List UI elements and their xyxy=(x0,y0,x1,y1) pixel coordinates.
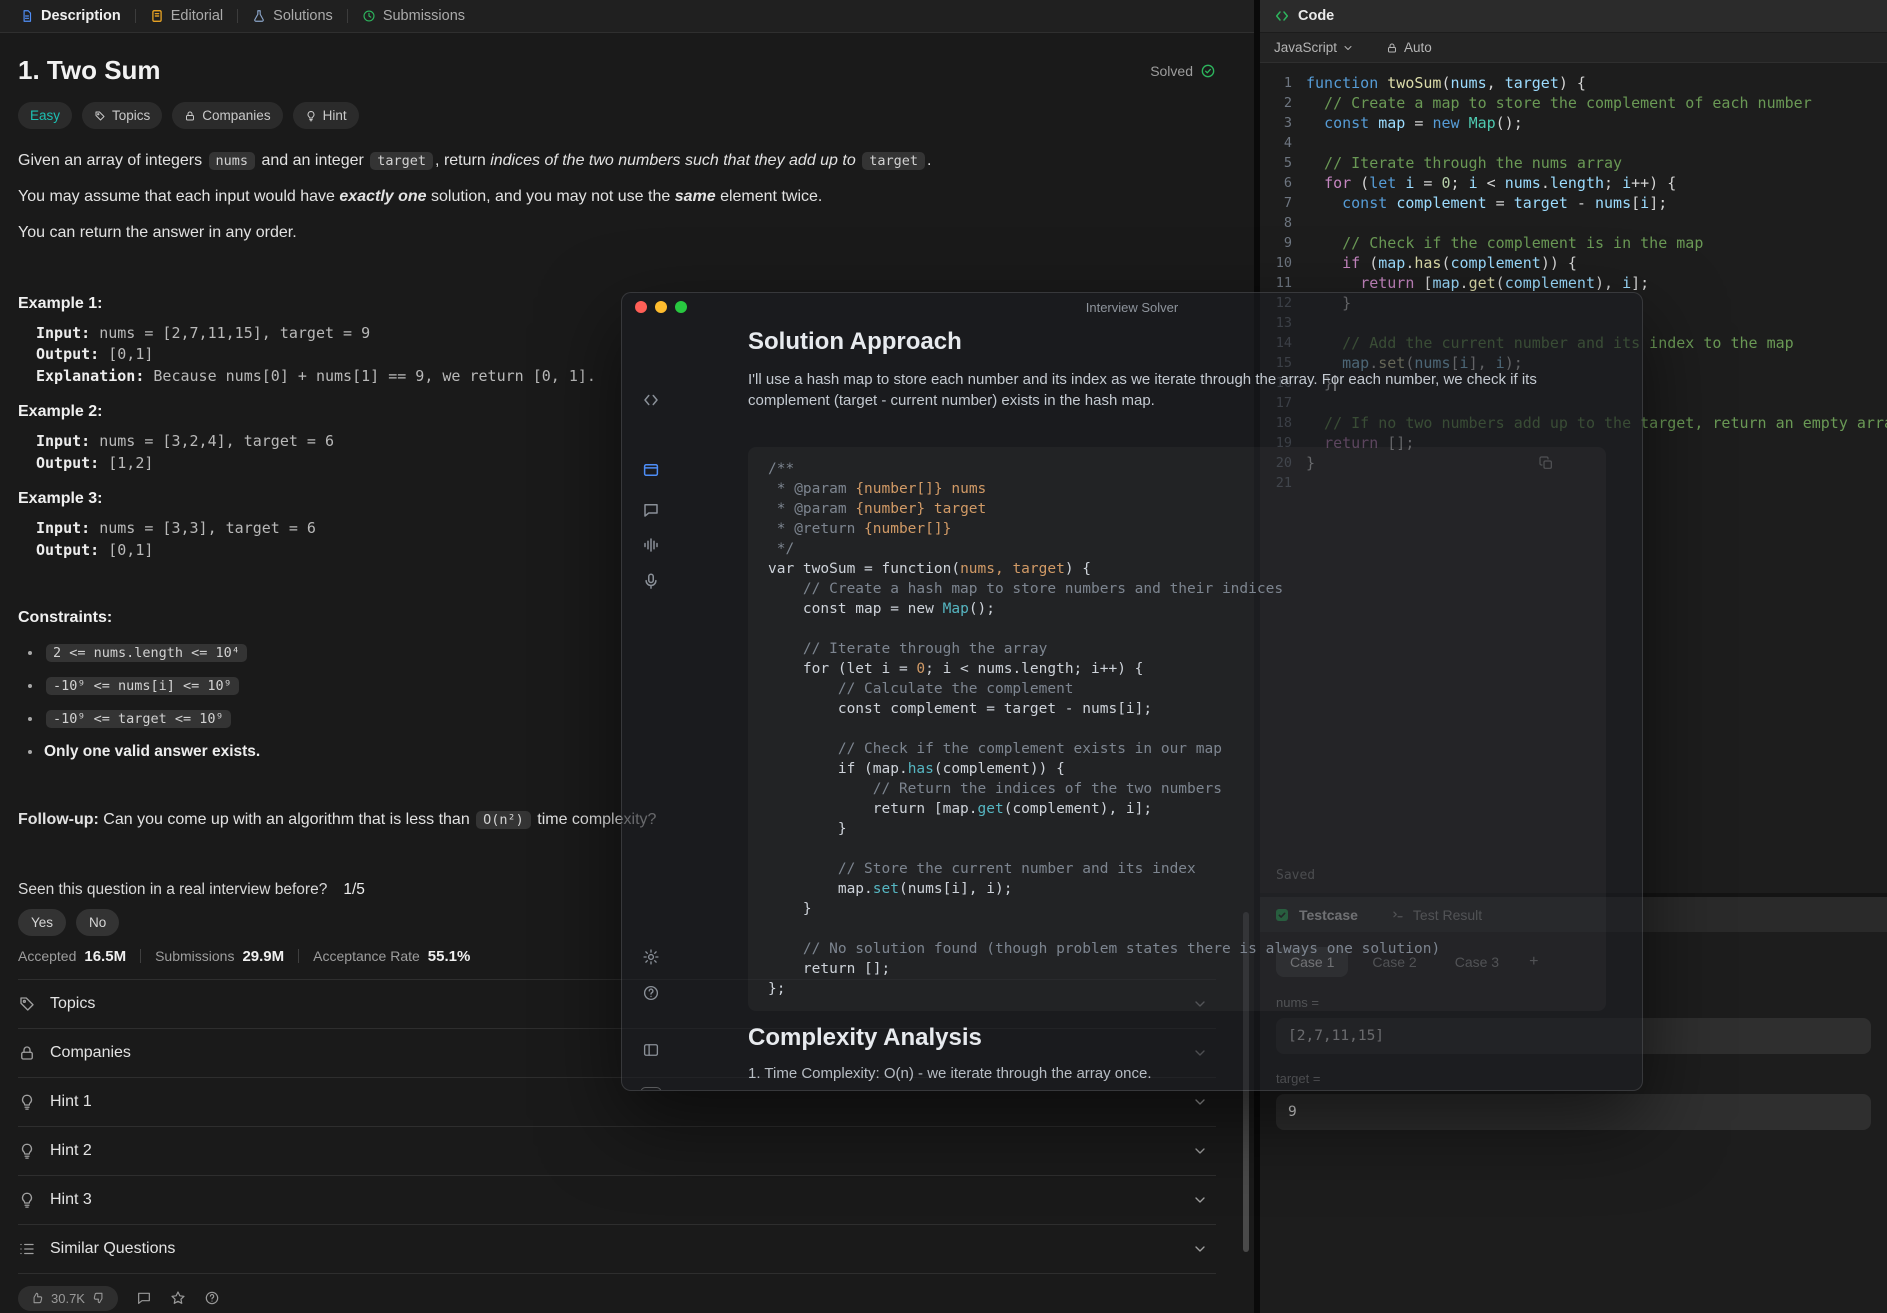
mic-icon[interactable] xyxy=(642,572,660,590)
sidebar-layout-icon[interactable] xyxy=(642,1041,660,1059)
tab-separator xyxy=(347,9,348,23)
solution-approach-heading: Solution Approach xyxy=(748,327,1606,357)
problem-statement-1: Given an array of integers nums and an i… xyxy=(18,149,998,172)
interview-solver-window: Interview Solver H Solution Approach I'l… xyxy=(621,292,1643,1091)
editor-toolbar: JavaScript Auto xyxy=(1260,33,1887,63)
like-button[interactable]: 30.7K xyxy=(18,1286,118,1311)
solved-status: Solved xyxy=(1150,63,1216,79)
approach-paragraph: I'll use a hash map to store each number… xyxy=(748,369,1606,411)
list-icon xyxy=(18,1240,36,1258)
lock-icon xyxy=(18,1044,36,1062)
tab-separator xyxy=(237,9,238,23)
survey-question: Seen this question in a real interview b… xyxy=(18,881,327,899)
tab-submissions[interactable]: Submissions xyxy=(356,8,471,24)
difficulty-badge[interactable]: Easy xyxy=(18,102,72,129)
code-tab-label[interactable]: Code xyxy=(1298,8,1334,24)
thumbs-up-icon xyxy=(30,1291,44,1305)
meta-chips: Easy Topics Companies Hint xyxy=(18,102,1216,129)
bulb-icon xyxy=(305,110,317,122)
chevron-down-icon xyxy=(1342,42,1354,54)
problem-statement-2: You may assume that each input would hav… xyxy=(18,185,998,208)
chevron-down-icon xyxy=(1192,1094,1208,1110)
complexity-text-clipped: 1. Time Complexity: O(n) - we iterate th… xyxy=(748,1065,1606,1082)
tag-icon xyxy=(94,110,106,122)
tab-description-label: Description xyxy=(41,8,121,24)
problem-statement-3: You can return the answer in any order. xyxy=(18,221,998,244)
help-icon[interactable] xyxy=(642,984,660,1002)
target-input[interactable] xyxy=(1276,1094,1871,1130)
stat-accepted: Accepted16.5M xyxy=(18,948,126,965)
window-content: Solution Approach I'll use a hash map to… xyxy=(748,321,1606,1090)
window-sidebar: H xyxy=(622,321,680,1090)
problem-tabbar: Description Editorial Solutions Submissi… xyxy=(0,0,1254,33)
tab-submissions-label: Submissions xyxy=(383,8,465,24)
lock-icon xyxy=(184,110,196,122)
yes-button[interactable]: Yes xyxy=(18,909,66,936)
bulb-icon xyxy=(18,1191,36,1209)
survey-progress: 1/5 xyxy=(343,881,365,899)
hint-chip[interactable]: Hint xyxy=(293,102,359,129)
accordion-hint-3[interactable]: Hint 3 xyxy=(18,1175,1216,1224)
solution-window-icon[interactable] xyxy=(642,461,660,479)
chat-icon[interactable] xyxy=(642,501,660,519)
tag-icon xyxy=(18,995,36,1013)
like-count: 30.7K xyxy=(51,1291,85,1306)
chevron-down-icon xyxy=(1192,1192,1208,1208)
star-icon[interactable] xyxy=(170,1290,186,1306)
window-titlebar[interactable]: Interview Solver xyxy=(622,293,1642,321)
no-button[interactable]: No xyxy=(76,909,119,936)
tab-editorial-label: Editorial xyxy=(171,8,223,24)
solutions-flask-icon xyxy=(252,9,266,23)
comments-icon[interactable] xyxy=(136,1290,152,1306)
solution-code-block: /** * @param {number[]} nums * @param {n… xyxy=(748,447,1606,1011)
accordion-hint-2[interactable]: Hint 2 xyxy=(18,1126,1216,1175)
hide-shortcut-badge[interactable]: H xyxy=(641,1087,662,1091)
tab-description[interactable]: Description xyxy=(14,8,127,24)
code-icon xyxy=(1274,8,1290,24)
question-circle-icon[interactable] xyxy=(204,1290,220,1306)
complexity-heading: Complexity Analysis xyxy=(748,1023,1606,1053)
auto-save-toggle[interactable]: Auto xyxy=(1386,40,1432,55)
solved-label: Solved xyxy=(1150,63,1193,79)
stat-acceptance-rate: Acceptance Rate55.1% xyxy=(313,948,470,965)
submissions-history-icon xyxy=(362,9,376,23)
topics-chip[interactable]: Topics xyxy=(82,102,162,129)
bulb-icon xyxy=(18,1093,36,1111)
editorial-icon xyxy=(150,9,164,23)
waveform-icon[interactable] xyxy=(642,536,660,554)
chevron-down-icon xyxy=(1192,1241,1208,1257)
window-title: Interview Solver xyxy=(622,300,1642,315)
code-icon[interactable] xyxy=(642,391,660,409)
bulb-icon xyxy=(18,1142,36,1160)
companies-chip[interactable]: Companies xyxy=(172,102,282,129)
language-selector[interactable]: JavaScript xyxy=(1274,40,1354,55)
tab-editorial[interactable]: Editorial xyxy=(144,8,229,24)
page-title: 1. Two Sum xyxy=(18,55,161,86)
problem-footer: 30.7K xyxy=(18,1274,1216,1313)
tab-solutions-label: Solutions xyxy=(273,8,333,24)
code-panel-header: Code xyxy=(1260,0,1887,33)
tab-solutions[interactable]: Solutions xyxy=(246,8,339,24)
stat-submissions: Submissions29.9M xyxy=(155,948,284,965)
description-icon xyxy=(20,9,34,23)
accordion-similar-questions[interactable]: Similar Questions xyxy=(18,1224,1216,1273)
gear-icon[interactable] xyxy=(642,948,660,966)
chevron-down-icon xyxy=(1192,1143,1208,1159)
lock-icon xyxy=(1386,42,1398,54)
thumbs-down-icon xyxy=(92,1291,106,1305)
tab-separator xyxy=(135,9,136,23)
solved-check-icon xyxy=(1200,63,1216,79)
